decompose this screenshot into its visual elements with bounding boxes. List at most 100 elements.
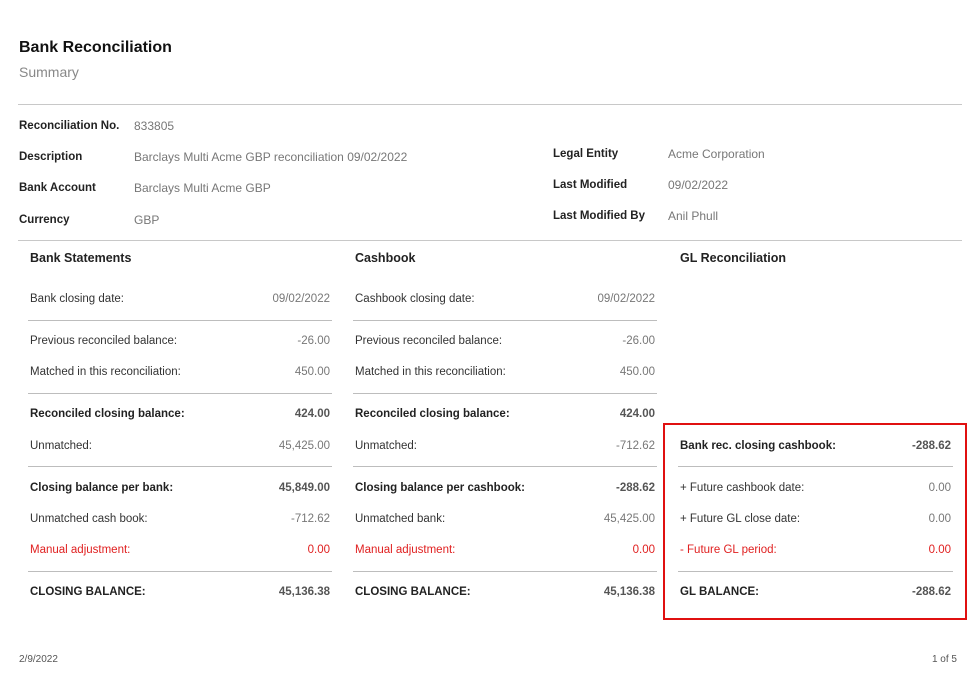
bank-account-label: Bank Account [19, 182, 96, 194]
cashbook-unmatched-row: Unmatched: -712.62 [355, 440, 655, 456]
cashbook-unmatched-bank-label: Unmatched bank: [355, 513, 446, 525]
bank-closing-date-value: 09/02/2022 [272, 293, 330, 305]
bank-reconciled-balance-row: Reconciled closing balance: 424.00 [30, 408, 330, 424]
gl-balance-value: -288.62 [911, 586, 951, 598]
legal-entity-value: Acme Corporation [668, 147, 765, 161]
cashbook-previous-balance-label: Previous reconciled balance: [355, 335, 503, 347]
bank-reconciled-balance-label: Reconciled closing balance: [30, 408, 185, 420]
gl-future-close-date-value: 0.00 [928, 513, 951, 525]
bank-closing-date-label: Bank closing date: [30, 293, 124, 305]
footer-page-number: 1 of 5 [931, 654, 957, 665]
bank-previous-balance-row: Previous reconciled balance: -26.00 [30, 335, 330, 351]
bank-manual-adjustment-label: Manual adjustment: [30, 544, 131, 556]
currency-label: Currency [19, 214, 70, 226]
bank-matched-label: Matched in this reconciliation: [30, 366, 181, 378]
page-subtitle: Summary [19, 64, 79, 80]
footer-date: 2/9/2022 [19, 654, 58, 665]
gl-bank-rec-closing-label: Bank rec. closing cashbook: [680, 440, 836, 452]
bank-closing-balance-row: CLOSING BALANCE: 45,136.38 [30, 586, 330, 602]
cashbook-closing-date-value: 09/02/2022 [597, 293, 655, 305]
cashbook-heading: Cashbook [355, 251, 416, 265]
bank-previous-balance-label: Previous reconciled balance: [30, 335, 178, 347]
cashbook-matched-label: Matched in this reconciliation: [355, 366, 506, 378]
gl-future-period-value: 0.00 [928, 544, 951, 556]
cashbook-manual-adjustment-value: 0.00 [632, 544, 655, 556]
gl-balance-row: GL BALANCE: -288.62 [680, 586, 951, 602]
bank-closing-per-bank-label: Closing balance per bank: [30, 482, 174, 494]
gl-balance-label: GL BALANCE: [680, 586, 760, 598]
bank-closing-date-row: Bank closing date: 09/02/2022 [30, 293, 330, 309]
gl-future-period-row: - Future GL period: 0.00 [680, 544, 951, 560]
reconciliation-no-label: Reconciliation No. [19, 120, 120, 132]
gl-future-period-label: - Future GL period: [680, 544, 777, 556]
page-title: Bank Reconciliation [19, 39, 172, 56]
cashbook-closing-balance-value: 45,136.38 [603, 586, 655, 598]
gl-bank-rec-closing-value: -288.62 [911, 440, 951, 452]
cashbook-closing-balance-row: CLOSING BALANCE: 45,136.38 [355, 586, 655, 602]
last-modified-by-value: Anil Phull [668, 209, 719, 223]
cashbook-reconciled-balance-value: 424.00 [619, 408, 655, 420]
cashbook-closing-per-cashbook-value: -288.62 [615, 482, 655, 494]
last-modified-label: Last Modified [553, 179, 628, 191]
gl-future-cashbook-label: + Future cashbook date: [680, 482, 805, 494]
bank-manual-adjustment-row: Manual adjustment: 0.00 [30, 544, 330, 560]
cashbook-previous-balance-value: -26.00 [622, 335, 655, 347]
bank-closing-per-bank-row: Closing balance per bank: 45,849.00 [30, 482, 330, 498]
gl-future-close-date-row: + Future GL close date: 0.00 [680, 513, 951, 529]
currency-value: GBP [134, 213, 160, 227]
cashbook-manual-adjustment-row: Manual adjustment: 0.00 [355, 544, 655, 560]
cashbook-closing-balance-label: CLOSING BALANCE: [355, 586, 471, 598]
bank-closing-balance-label: CLOSING BALANCE: [30, 586, 146, 598]
bank-separator [28, 571, 332, 572]
cashbook-separator [353, 393, 657, 394]
bank-unmatched-row: Unmatched: 45,425.00 [30, 440, 330, 456]
bank-unmatched-cash-book-label: Unmatched cash book: [30, 513, 148, 525]
bank-manual-adjustment-value: 0.00 [307, 544, 330, 556]
gl-bank-rec-closing-row: Bank rec. closing cashbook: -288.62 [680, 440, 951, 456]
gl-future-cashbook-value: 0.00 [928, 482, 951, 494]
cashbook-unmatched-value: -712.62 [615, 440, 655, 452]
bank-account-value: Barclays Multi Acme GBP [134, 181, 271, 195]
gl-future-cashbook-row: + Future cashbook date: 0.00 [680, 482, 951, 498]
cashbook-reconciled-balance-label: Reconciled closing balance: [355, 408, 510, 420]
bank-closing-per-bank-value: 45,849.00 [278, 482, 330, 494]
bank-unmatched-label: Unmatched: [30, 440, 93, 452]
cashbook-closing-per-cashbook-row: Closing balance per cashbook: -288.62 [355, 482, 655, 498]
bank-unmatched-cash-book-row: Unmatched cash book: -712.62 [30, 513, 330, 529]
cashbook-reconciled-balance-row: Reconciled closing balance: 424.00 [355, 408, 655, 424]
cashbook-unmatched-label: Unmatched: [355, 440, 418, 452]
bank-separator [28, 320, 332, 321]
cashbook-previous-balance-row: Previous reconciled balance: -26.00 [355, 335, 655, 351]
meta-divider [18, 240, 962, 241]
bank-previous-balance-value: -26.00 [297, 335, 330, 347]
cashbook-unmatched-bank-value: 45,425.00 [603, 513, 655, 525]
bank-unmatched-cash-book-value: -712.62 [290, 513, 330, 525]
bank-separator [28, 393, 332, 394]
bank-matched-row: Matched in this reconciliation: 450.00 [30, 366, 330, 382]
gl-reconciliation-heading: GL Reconciliation [680, 251, 787, 265]
last-modified-value: 09/02/2022 [668, 178, 729, 192]
cashbook-separator [353, 466, 657, 467]
bank-matched-value: 450.00 [294, 366, 330, 378]
cashbook-manual-adjustment-label: Manual adjustment: [355, 544, 456, 556]
bank-closing-balance-value: 45,136.38 [278, 586, 330, 598]
cashbook-closing-per-cashbook-label: Closing balance per cashbook: [355, 482, 525, 494]
cashbook-closing-date-label: Cashbook closing date: [355, 293, 475, 305]
gl-future-close-date-label: + Future GL close date: [680, 513, 801, 525]
cashbook-matched-value: 450.00 [619, 366, 655, 378]
cashbook-matched-row: Matched in this reconciliation: 450.00 [355, 366, 655, 382]
cashbook-separator [353, 571, 657, 572]
header-divider [18, 104, 962, 105]
legal-entity-label: Legal Entity [553, 148, 619, 160]
bank-separator [28, 466, 332, 467]
bank-reconciled-balance-value: 424.00 [294, 408, 330, 420]
cashbook-unmatched-bank-row: Unmatched bank: 45,425.00 [355, 513, 655, 529]
description-value: Barclays Multi Acme GBP reconciliation 0… [134, 150, 408, 164]
gl-separator [678, 571, 953, 572]
bank-unmatched-value: 45,425.00 [278, 440, 330, 452]
cashbook-separator [353, 320, 657, 321]
bank-statements-heading: Bank Statements [30, 251, 132, 265]
gl-separator [678, 466, 953, 467]
description-label: Description [19, 151, 83, 163]
cashbook-closing-date-row: Cashbook closing date: 09/02/2022 [355, 293, 655, 309]
